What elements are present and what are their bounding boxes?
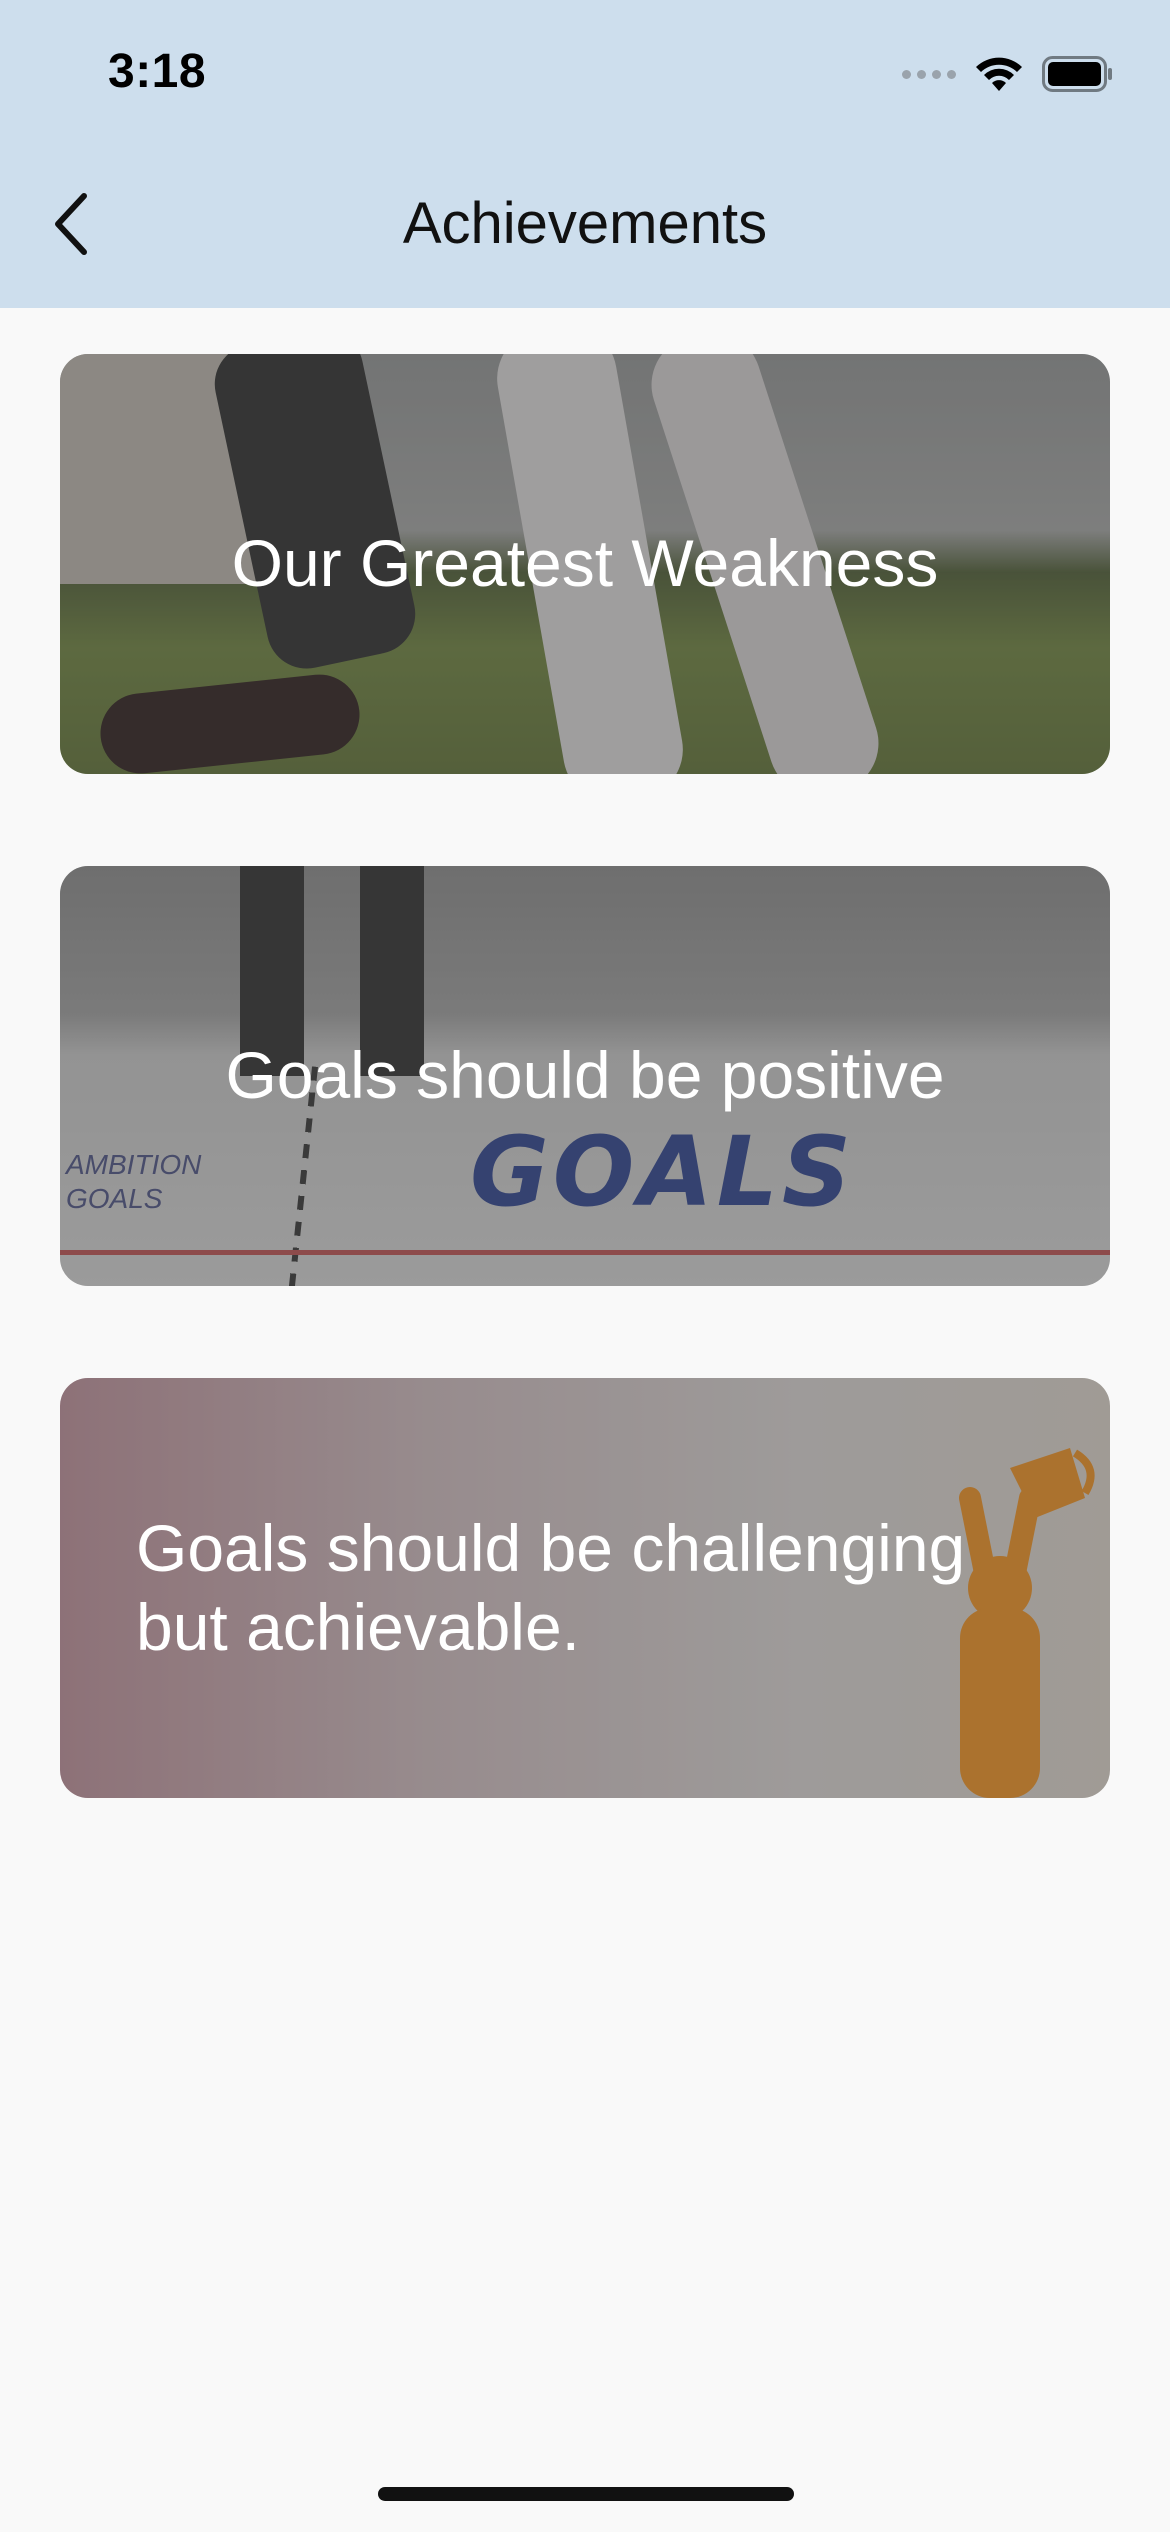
card-title: Goals should be challenging but achievab… — [136, 1510, 966, 1664]
achievement-card[interactable]: Our Greatest Weakness — [60, 354, 1110, 774]
page-title: Achievements — [402, 191, 768, 256]
status-time: 3:18 — [108, 45, 207, 98]
achievement-card[interactable]: AMBITION GOALS GOALS Goals should be posi… — [60, 866, 1110, 1286]
card-title: Goals should be positive — [225, 1038, 945, 1113]
home-indicator — [378, 2487, 794, 2501]
signal-icon — [902, 69, 956, 79]
top-app-bar: 3:18 Achievements — [0, 0, 1170, 308]
status-icons — [902, 52, 1114, 96]
wifi-icon — [974, 55, 1024, 93]
achievement-list: Our Greatest Weakness AMBITION GOALS GOAL… — [60, 354, 1110, 1890]
achievement-card[interactable]: Goals should be challenging but achievab… — [60, 1378, 1110, 1798]
battery-icon — [1042, 56, 1114, 92]
card-title: Our Greatest Weakness — [231, 526, 939, 601]
screen: 3:18 Achievements Our Greatest Weakness … — [0, 0, 1170, 2532]
